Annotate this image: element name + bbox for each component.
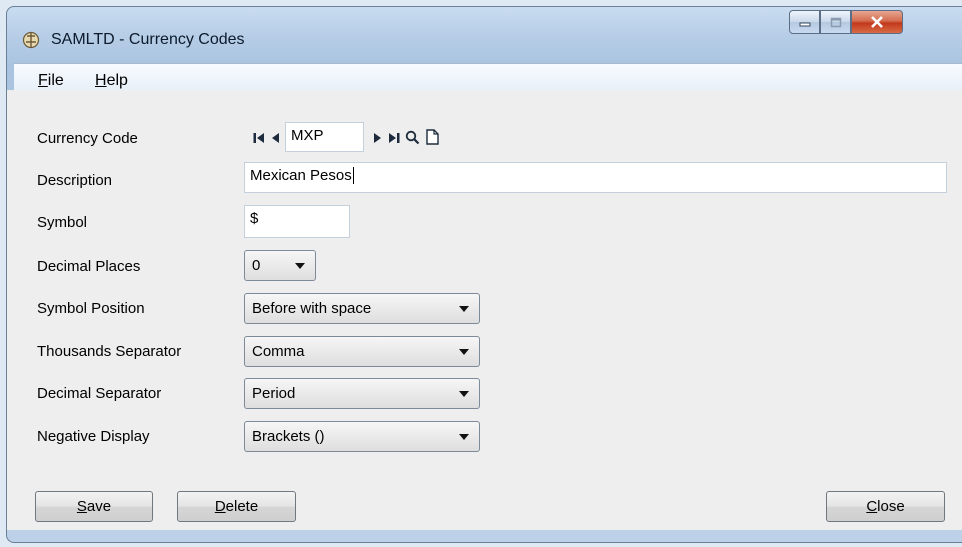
dropdown-arrow-icon (459, 434, 469, 440)
menu-file[interactable]: File (38, 72, 64, 90)
first-record-icon[interactable] (253, 132, 265, 144)
save-accelerator: S (76, 498, 87, 515)
minimize-button[interactable] (789, 10, 820, 34)
negative-display-select[interactable]: Brackets () (244, 421, 480, 452)
close-window-button[interactable] (851, 10, 903, 34)
last-record-icon[interactable] (388, 132, 400, 144)
delete-label: elete (225, 498, 259, 515)
text-caret (352, 167, 354, 184)
currency-code-label: Currency Code (37, 130, 138, 147)
close-icon (871, 16, 883, 28)
new-record-icon[interactable] (426, 129, 439, 145)
dropdown-arrow-icon (459, 391, 469, 397)
form-area: Currency Code Description Symbol Decimal… (7, 90, 962, 530)
decimal-places-value: 0 (252, 257, 261, 274)
title-bar[interactable]: SAMLTD - Currency Codes (7, 7, 962, 63)
symbol-position-label: Symbol Position (37, 300, 145, 317)
close-label: lose (877, 498, 905, 515)
save-label: ave (86, 498, 112, 515)
decimal-places-label: Decimal Places (37, 258, 141, 275)
symbol-input[interactable]: $ (244, 205, 350, 238)
thousands-separator-value: Comma (252, 343, 305, 360)
search-icon[interactable] (405, 130, 420, 145)
thousands-separator-label: Thousands Separator (37, 343, 182, 360)
dropdown-arrow-icon (295, 263, 305, 269)
maximize-icon (830, 17, 841, 27)
close-button[interactable]: Close (826, 491, 945, 522)
description-input[interactable]: Mexican Pesos (244, 162, 947, 193)
description-value: Mexican Pesos (250, 167, 352, 184)
close-accelerator: C (866, 498, 878, 515)
description-label: Description (37, 172, 113, 189)
decimal-places-select[interactable]: 0 (244, 250, 316, 281)
negative-display-label: Negative Display (37, 428, 150, 445)
negative-display-value: Brackets () (252, 428, 325, 445)
save-button[interactable]: Save (35, 491, 153, 522)
next-record-icon[interactable] (373, 132, 382, 144)
symbol-position-value: Before with space (252, 300, 372, 317)
maximize-button[interactable] (820, 10, 851, 34)
decimal-separator-label: Decimal Separator (37, 385, 162, 402)
decimal-separator-select[interactable]: Period (244, 378, 480, 409)
previous-record-icon[interactable] (271, 132, 280, 144)
decimal-separator-value: Period (252, 385, 296, 402)
app-icon (22, 31, 40, 49)
menu-help[interactable]: Help (95, 72, 128, 90)
symbol-position-select[interactable]: Before with space (244, 293, 480, 324)
window-controls (789, 10, 903, 36)
currency-code-input[interactable]: MXP (285, 122, 364, 152)
window-title: SAMLTD - Currency Codes (51, 31, 245, 48)
delete-button[interactable]: Delete (177, 491, 296, 522)
thousands-separator-select[interactable]: Comma (244, 336, 480, 367)
minimize-icon (799, 22, 810, 27)
delete-accelerator: D (214, 498, 226, 515)
dropdown-arrow-icon (459, 306, 469, 312)
symbol-label: Symbol (37, 214, 88, 231)
dropdown-arrow-icon (459, 349, 469, 355)
